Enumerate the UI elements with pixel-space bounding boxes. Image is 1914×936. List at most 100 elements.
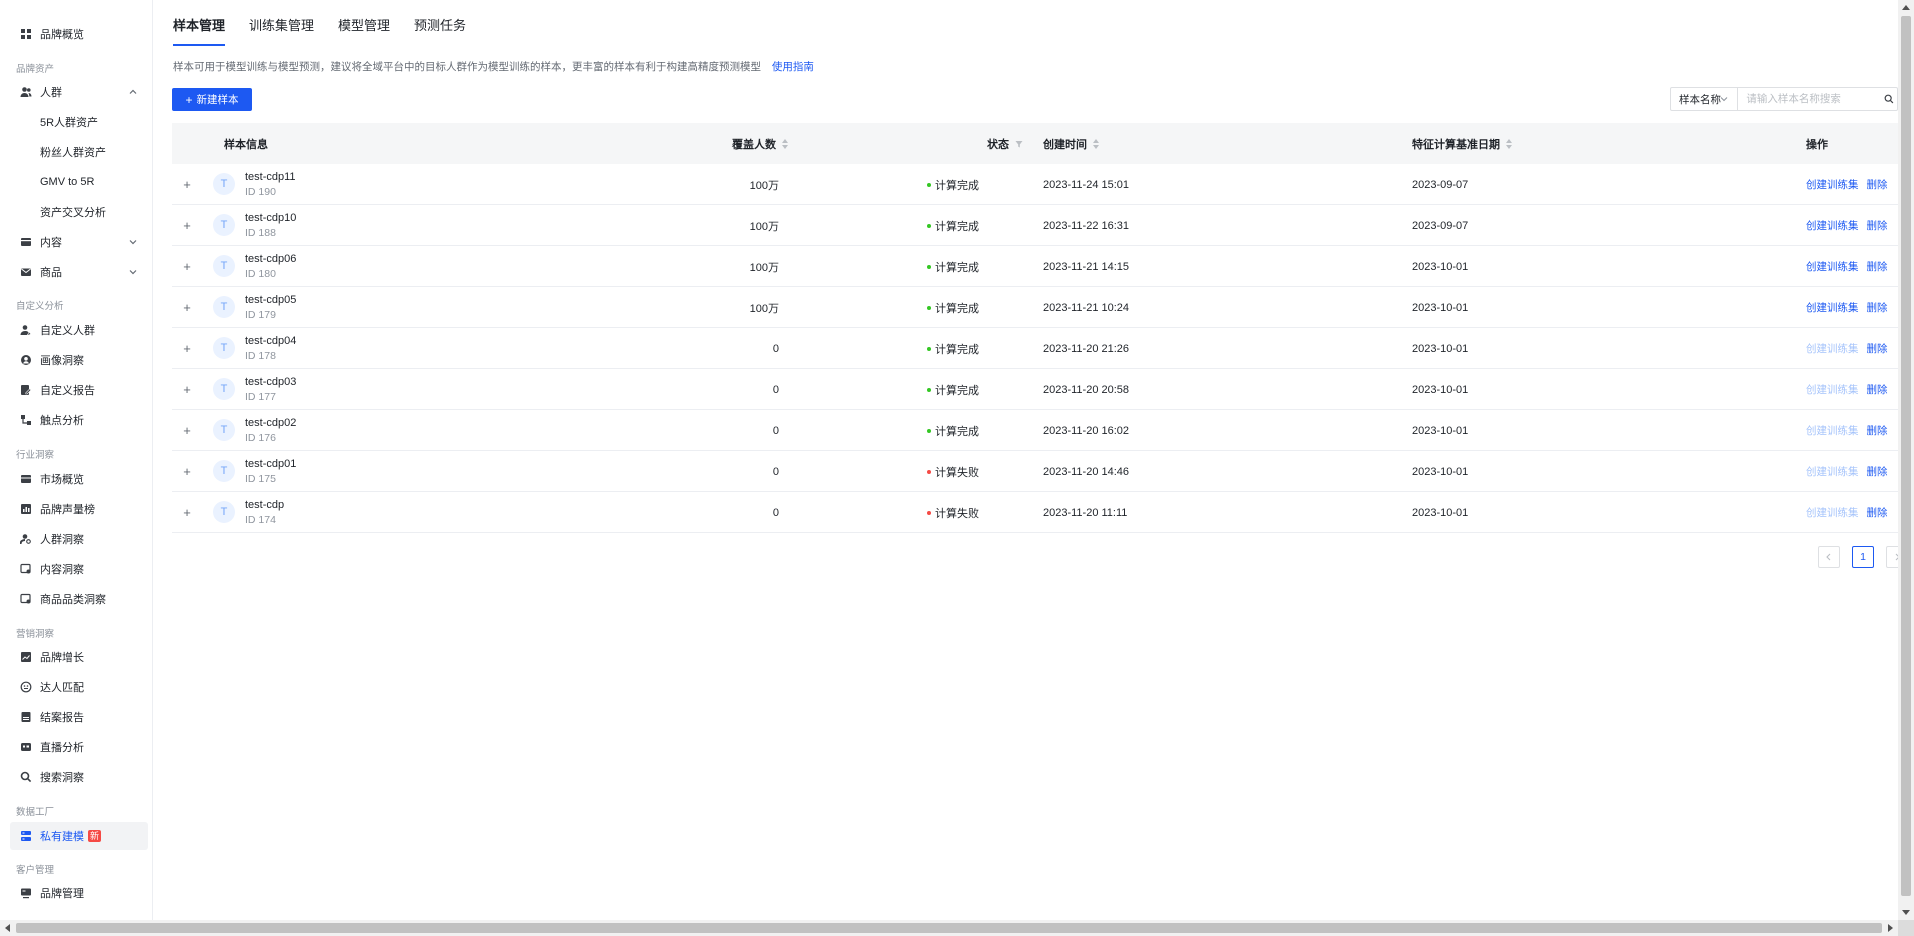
user-edit-icon xyxy=(20,324,32,336)
sidebar-subitem-cross[interactable]: 资产交叉分析 xyxy=(40,200,106,224)
sidebar-item-search-insight[interactable]: 搜索洞察 xyxy=(10,763,148,791)
sort-icon[interactable] xyxy=(1506,138,1512,149)
create-training-set-link[interactable]: 创建训练集 xyxy=(1806,382,1859,397)
expand-row-icon[interactable]: + xyxy=(180,369,194,410)
sidebar-item-custom-crowd[interactable]: 自定义人群 xyxy=(10,316,148,344)
status-dot xyxy=(927,510,931,515)
header-created-time[interactable]: 创建时间 xyxy=(1043,123,1099,164)
create-training-set-link[interactable]: 创建训练集 xyxy=(1806,218,1859,233)
sort-icon[interactable] xyxy=(1093,138,1099,149)
feature-date: 2023-10-01 xyxy=(1412,301,1469,314)
delete-link[interactable]: 删除 xyxy=(1867,300,1888,315)
sample-avatar: T xyxy=(213,378,235,400)
sample-avatar: T xyxy=(213,173,235,195)
tab-prediction-tasks[interactable]: 预测任务 xyxy=(414,0,466,46)
sidebar-item-brand-management[interactable]: 品牌管理 xyxy=(10,879,148,907)
sidebar: 品牌概览 品牌资产 人群 5R人群资产 粉丝人群资产 GMV to 5R 资产交… xyxy=(0,0,153,920)
sample-info: test-cdp04 ID 178 xyxy=(245,334,296,364)
search-field-select[interactable]: 样本名称 xyxy=(1671,88,1739,110)
sidebar-item-crowd[interactable]: 人群 xyxy=(10,78,148,106)
sidebar-item-portrait[interactable]: 画像洞察 xyxy=(10,346,148,374)
created-time: 2023-11-20 20:58 xyxy=(1043,383,1130,396)
sidebar-item-content[interactable]: 内容 xyxy=(10,228,148,256)
create-training-set-link[interactable]: 创建训练集 xyxy=(1806,177,1859,192)
tab-models[interactable]: 模型管理 xyxy=(338,0,390,46)
sidebar-item-custom-report[interactable]: 自定义报告 xyxy=(10,376,148,404)
sidebar-item-private-modeling[interactable]: 私有建模 新 xyxy=(10,822,148,850)
expand-row-icon[interactable]: + xyxy=(180,205,194,246)
sample-avatar: T xyxy=(213,460,235,482)
sidebar-item-goods[interactable]: 商品 xyxy=(10,258,148,286)
sidebar-item-overview[interactable]: 品牌概览 xyxy=(10,20,148,48)
search-button[interactable] xyxy=(1881,88,1897,110)
header-status[interactable]: 状态 xyxy=(987,123,1023,164)
feature-date: 2023-10-01 xyxy=(1412,506,1469,519)
expand-row-icon[interactable]: + xyxy=(180,246,194,287)
search-input[interactable] xyxy=(1738,88,1882,110)
sidebar-item-voice[interactable]: 品牌声量榜 xyxy=(10,495,148,523)
expand-row-icon[interactable]: + xyxy=(180,164,194,205)
sample-id: ID 188 xyxy=(245,227,276,239)
sidebar-item-market[interactable]: 市场概览 xyxy=(10,465,148,493)
delete-link[interactable]: 删除 xyxy=(1867,259,1888,274)
header-feature-date[interactable]: 特征计算基准日期 xyxy=(1412,123,1512,164)
expand-row-icon[interactable]: + xyxy=(180,492,194,533)
guide-link[interactable]: 使用指南 xyxy=(772,61,814,73)
table-row: + T test-cdp11 ID 190 100万 计算完成 2023-11-… xyxy=(172,164,1898,205)
header-coverage[interactable]: 覆盖人数 xyxy=(732,123,788,164)
monitor-icon xyxy=(20,887,32,899)
delete-link[interactable]: 删除 xyxy=(1867,464,1888,479)
sidebar-item-label: 品牌管理 xyxy=(40,888,84,900)
create-training-set-link[interactable]: 创建训练集 xyxy=(1806,300,1859,315)
sidebar-subitem-5r[interactable]: 5R人群资产 xyxy=(40,110,98,134)
prev-page-button[interactable] xyxy=(1818,546,1840,568)
category-search-icon xyxy=(20,593,32,605)
sidebar-item-crowd-insight[interactable]: 人群洞察 xyxy=(10,525,148,553)
expand-row-icon[interactable]: + xyxy=(180,328,194,369)
status-badge: 计算完成 xyxy=(796,328,979,369)
delete-link[interactable]: 删除 xyxy=(1867,505,1888,520)
coverage-value: 0 xyxy=(772,383,779,396)
new-badge: 新 xyxy=(88,830,102,842)
delete-link[interactable]: 删除 xyxy=(1867,218,1888,233)
tab-samples[interactable]: 样本管理 xyxy=(173,0,226,46)
sidebar-group-label: 行业洞察 xyxy=(16,450,55,461)
sidebar-subitem-gmv[interactable]: GMV to 5R xyxy=(40,170,94,194)
sample-info: test-cdp01 ID 175 xyxy=(245,457,296,487)
create-training-set-link[interactable]: 创建训练集 xyxy=(1806,505,1859,520)
create-training-set-link[interactable]: 创建训练集 xyxy=(1806,259,1859,274)
filter-icon[interactable] xyxy=(1015,140,1023,148)
sidebar-subitem-fans[interactable]: 粉丝人群资产 xyxy=(40,140,106,164)
coverage-value: 100万 xyxy=(749,179,779,192)
horizontal-scrollbar[interactable] xyxy=(0,920,1898,936)
sample-avatar: T xyxy=(213,214,235,236)
sidebar-item-touchpoint[interactable]: 触点分析 xyxy=(10,406,148,434)
sort-icon[interactable] xyxy=(782,138,788,149)
sidebar-item-live[interactable]: 直播分析 xyxy=(10,733,148,761)
create-training-set-link[interactable]: 创建训练集 xyxy=(1806,341,1859,356)
expand-row-icon[interactable]: + xyxy=(180,287,194,328)
sample-name: test-cdp11 xyxy=(245,171,296,183)
table-row: + T test-cdp ID 174 0 计算失败 2023-11-20 11… xyxy=(172,492,1898,533)
description-text: 样本可用于模型训练与模型预测，建议将全域平台中的目标人群作为模型训练的样本，更丰… xyxy=(173,61,761,73)
page-number[interactable]: 1 xyxy=(1852,546,1874,568)
expand-row-icon[interactable]: + xyxy=(180,451,194,492)
sidebar-item-final-report[interactable]: 结案报告 xyxy=(10,703,148,731)
create-training-set-link[interactable]: 创建训练集 xyxy=(1806,423,1859,438)
new-sample-button[interactable]: + 新建样本 xyxy=(172,88,252,111)
delete-link[interactable]: 删除 xyxy=(1867,382,1888,397)
search-bar: 样本名称 xyxy=(1670,87,1898,111)
delete-link[interactable]: 删除 xyxy=(1867,177,1888,192)
sidebar-item-content-insight[interactable]: 内容洞察 xyxy=(10,555,148,583)
tab-training-sets[interactable]: 训练集管理 xyxy=(249,0,314,46)
sidebar-item-category-insight[interactable]: 商品品类洞察 xyxy=(10,585,148,613)
delete-link[interactable]: 删除 xyxy=(1867,341,1888,356)
status-badge: 计算完成 xyxy=(796,246,979,287)
expand-row-icon[interactable]: + xyxy=(180,410,194,451)
delete-link[interactable]: 删除 xyxy=(1867,423,1888,438)
sidebar-item-label: 自定义人群 xyxy=(40,325,95,337)
vertical-scrollbar[interactable] xyxy=(1898,0,1914,920)
sidebar-item-growth[interactable]: 品牌增长 xyxy=(10,643,148,671)
create-training-set-link[interactable]: 创建训练集 xyxy=(1806,464,1859,479)
sidebar-item-kol-match[interactable]: 达人匹配 xyxy=(10,673,148,701)
